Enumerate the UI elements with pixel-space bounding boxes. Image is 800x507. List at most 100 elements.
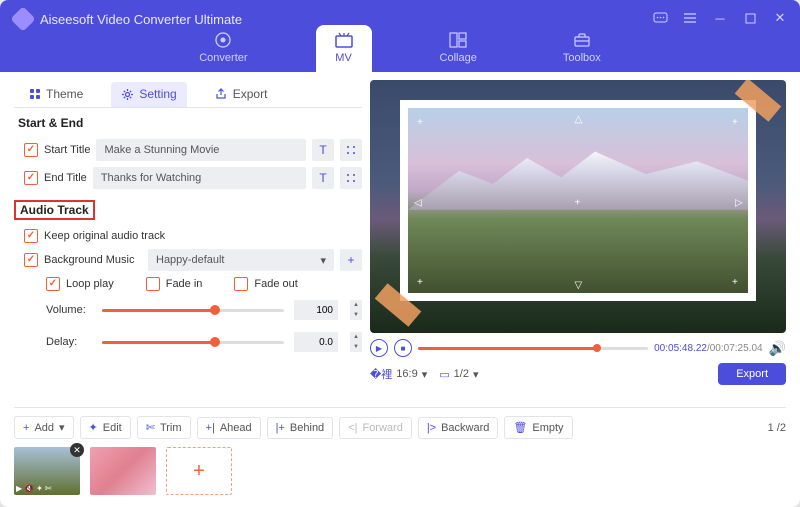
delay-value[interactable]: 0.0: [294, 332, 338, 352]
edit-button[interactable]: ✦Edit: [80, 416, 131, 439]
edit-icon[interactable]: ✦: [36, 484, 43, 493]
titlebar: Aiseesoft Video Converter Ultimate ─ ✕ C…: [0, 0, 800, 72]
play-icon[interactable]: ▶: [16, 484, 22, 493]
chevron-down-icon: ▾: [320, 254, 326, 267]
trim-icon[interactable]: ✄: [45, 484, 52, 493]
nav-label: MV: [335, 52, 352, 64]
volume-icon[interactable]: 🔊: [769, 340, 786, 357]
volume-up-button[interactable]: ▲: [350, 300, 362, 310]
export-icon: [215, 88, 228, 101]
delay-up-button[interactable]: ▲: [350, 332, 362, 342]
delay-slider[interactable]: [102, 341, 284, 344]
fadein-label: Fade in: [166, 278, 203, 290]
chevron-down-icon: ▾: [422, 368, 428, 381]
tab-theme[interactable]: Theme: [18, 82, 93, 107]
volume-value[interactable]: 100: [294, 300, 338, 320]
video-preview[interactable]: + △ + ◁ + ▷ + ▽ +: [370, 80, 786, 333]
keep-audio-label: Keep original audio track: [44, 230, 165, 242]
section-start-end: Start & End: [18, 116, 362, 130]
main-body: Theme Setting Export Start & End Start T…: [0, 72, 800, 397]
aspect-select[interactable]: �裡 16:9 ▾: [370, 366, 427, 382]
add-clip-button[interactable]: +: [166, 447, 232, 495]
volume-slider[interactable]: [102, 309, 284, 312]
nav-label: Collage: [440, 52, 477, 64]
tab-label: Export: [233, 87, 268, 101]
clip-thumb-1[interactable]: ✕ ▶ 🔇 ✦ ✄: [14, 447, 80, 495]
start-title-checkbox[interactable]: [24, 143, 38, 157]
timeline-panel: +Add▾ ✦Edit ✄Trim +|Ahead |+Behind <|For…: [0, 397, 800, 507]
add-music-button[interactable]: +: [340, 249, 362, 271]
nav-label: Converter: [199, 52, 247, 64]
theme-icon: [28, 88, 41, 101]
app-window: Aiseesoft Video Converter Ultimate ─ ✕ C…: [0, 0, 800, 507]
toolbox-icon: [572, 31, 592, 49]
preview-options: �裡 16:9 ▾ ▭ 1/2 ▾ Export: [370, 363, 786, 385]
converter-icon: [213, 31, 233, 49]
playback-time: 00:05:48.22/00:07:25.04: [654, 343, 762, 354]
preview-image: + △ + ◁ + ▷ + ▽ +: [408, 108, 748, 293]
play-button[interactable]: ▶: [370, 339, 388, 357]
export-button[interactable]: Export: [718, 363, 786, 385]
bg-music-value: Happy-default: [156, 254, 225, 266]
mute-icon[interactable]: 🔇: [24, 484, 34, 493]
backward-button[interactable]: |>Backward: [418, 417, 499, 439]
forward-button[interactable]: <|Forward: [339, 417, 412, 439]
loop-label: Loop play: [66, 278, 114, 290]
start-title-input[interactable]: [96, 139, 306, 161]
tab-setting[interactable]: Setting: [111, 82, 186, 107]
end-title-input[interactable]: [93, 167, 306, 189]
end-title-checkbox[interactable]: [24, 171, 38, 185]
nav-converter[interactable]: Converter: [181, 25, 265, 72]
start-title-more-button[interactable]: [340, 139, 362, 161]
bg-music-select[interactable]: Happy-default ▾: [148, 249, 334, 271]
add-button[interactable]: +Add▾: [14, 416, 74, 439]
ahead-button[interactable]: +|Ahead: [197, 417, 261, 439]
behind-icon: |+: [276, 422, 285, 434]
nav-toolbox[interactable]: Toolbox: [545, 25, 619, 72]
tab-export[interactable]: Export: [205, 82, 278, 107]
start-title-label: Start Title: [44, 144, 90, 156]
fadeout-checkbox[interactable]: [234, 277, 248, 291]
end-title-more-button[interactable]: [340, 167, 362, 189]
preview-frame: + △ + ◁ + ▷ + ▽ +: [400, 100, 756, 301]
clip-toolbar: +Add▾ ✦Edit ✄Trim +|Ahead |+Behind <|For…: [14, 407, 786, 439]
scissors-icon: ✄: [146, 421, 155, 434]
mv-icon: [334, 31, 354, 49]
behind-button[interactable]: |+Behind: [267, 417, 334, 439]
empty-button[interactable]: 🗑Empty: [504, 416, 572, 439]
remove-clip-icon[interactable]: ✕: [70, 443, 84, 457]
nav-label: Toolbox: [563, 52, 601, 64]
collage-icon: [448, 31, 468, 49]
end-title-font-button[interactable]: T: [312, 167, 334, 189]
clip-pagination: 1 /2: [768, 422, 786, 434]
volume-label: Volume:: [46, 304, 92, 316]
delay-label: Delay:: [46, 336, 92, 348]
plus-icon: +: [23, 422, 29, 434]
seek-slider[interactable]: [418, 347, 648, 350]
nav-mv[interactable]: MV: [316, 25, 372, 72]
bg-music-row: Background Music Happy-default ▾ +: [14, 249, 362, 271]
trim-button[interactable]: ✄Trim: [137, 416, 191, 439]
loop-checkbox[interactable]: [46, 277, 60, 291]
chevron-down-icon: ▾: [473, 368, 479, 381]
forward-icon: <|: [348, 422, 357, 434]
chevron-down-icon: ▾: [59, 421, 65, 434]
start-title-font-button[interactable]: T: [312, 139, 334, 161]
section-audio-track: Audio Track: [14, 200, 95, 220]
screen-icon: ▭: [439, 368, 449, 381]
fadein-checkbox[interactable]: [146, 277, 160, 291]
delay-down-button[interactable]: ▼: [350, 342, 362, 352]
stop-button[interactable]: ■: [394, 339, 412, 357]
aspect-icon: �裡: [370, 366, 392, 382]
nav-collage[interactable]: Collage: [422, 25, 495, 72]
bg-music-checkbox[interactable]: [24, 253, 38, 267]
clip-thumbnails: ✕ ▶ 🔇 ✦ ✄ +: [14, 447, 786, 495]
playback-bar: ▶ ■ 00:05:48.22/00:07:25.04 🔊: [370, 339, 786, 357]
tab-label: Theme: [46, 87, 83, 101]
volume-spinner: ▲ ▼: [350, 300, 362, 320]
keep-audio-checkbox[interactable]: [24, 229, 38, 243]
volume-down-button[interactable]: ▼: [350, 310, 362, 320]
gear-icon: [121, 88, 134, 101]
zoom-select[interactable]: ▭ 1/2 ▾: [439, 368, 478, 381]
clip-thumb-2[interactable]: [90, 447, 156, 495]
